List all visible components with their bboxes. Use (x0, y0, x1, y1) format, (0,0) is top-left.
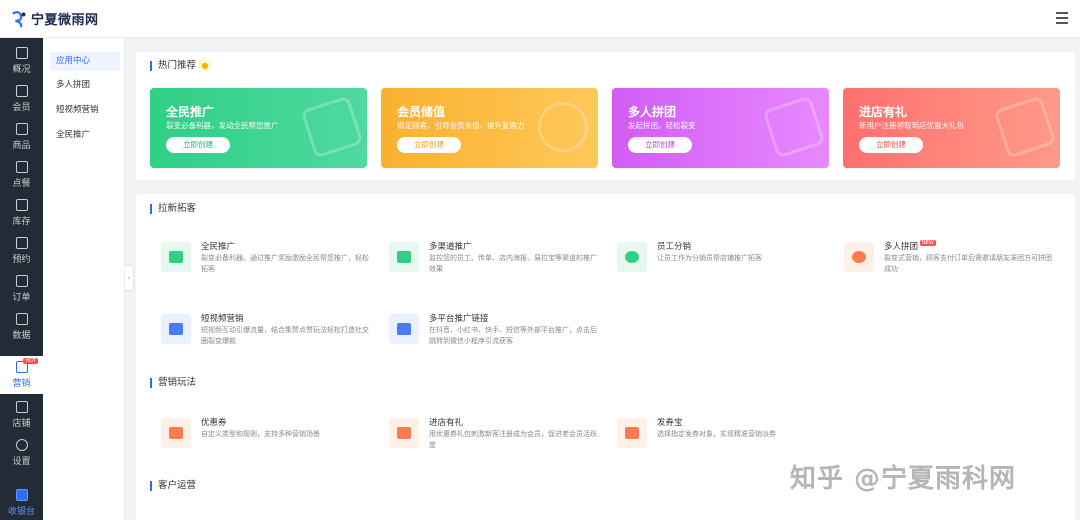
group-tag-icon (762, 95, 826, 159)
link-icon (389, 314, 419, 344)
logo-text: 宁夏微雨网 (31, 13, 99, 28)
feature-coupon[interactable]: 优惠券 自定义类型和规则，支持多种营销场景 (161, 416, 371, 456)
subnav-app-center[interactable]: 应用中心 (50, 52, 120, 71)
feature-multichannel[interactable]: 多渠道推广 监控您的员工、传单、店内海报、易拉宝等渠道的推广效果 (389, 240, 599, 280)
sidebar-item-booking[interactable]: 预约 (0, 232, 43, 270)
promo-card-store-gift[interactable]: 进店有礼 新用户注册领取到店优惠大礼包 立即创建 (843, 88, 1060, 168)
feature-staff-distribution[interactable]: 员工分销 让员工作为分销员帮店铺推广拓客 (617, 240, 827, 280)
feature-coupon-sender[interactable]: 发券宝 选择指定发券对象，实现精准营销派券 (617, 416, 827, 456)
feature-promotion[interactable]: 全民推广 裂变必备利器。通过推广奖励激励全民帮您推广，轻松拓客 (161, 240, 371, 280)
inventory-icon (15, 199, 28, 211)
main-sidebar: 概况 会员 商品 点餐 库存 预约 订单 数据 HOT 营销 店铺 设置 收银台 (0, 38, 43, 520)
channel-icon (389, 242, 419, 272)
sidebar-item-ordering[interactable]: 点餐 (0, 156, 43, 194)
store-icon (15, 401, 28, 413)
calendar-icon (15, 237, 28, 249)
settings-icon (15, 439, 28, 451)
sidebar-item-overview[interactable]: 概况 (0, 42, 43, 80)
promo-card-promotion[interactable]: 全民推广 裂变必备利器，发动全民帮您推广 立即创建 (150, 88, 367, 168)
customer-title: 客户运营 (150, 481, 196, 491)
sub-sidebar: 应用中心 多人拼团 短视频营销 全民推广 (43, 38, 125, 520)
feature-store-gift[interactable]: 进店有礼 用优惠券礼包刺激新客注册成为会员，促进老会员活跃度 (389, 416, 599, 456)
promo-card-group-buy[interactable]: 多人拼团 发起拼团，轻松裂变 立即创建 (612, 88, 829, 168)
chart-icon (15, 313, 28, 325)
order-icon (15, 275, 28, 287)
sidebar-item-settings[interactable]: 设置 (0, 434, 43, 472)
sidebar-item-marketing[interactable]: HOT 营销 (0, 356, 43, 394)
megaphone-icon (300, 95, 364, 159)
create-button[interactable]: 立即创建 (628, 137, 692, 153)
feature-short-video[interactable]: 短视频营销 短视频互动引爆流量，结合集赞点赞玩法轻松打造社交圈裂变爆款 (161, 312, 371, 352)
sidebar-item-store[interactable]: 店铺 (0, 396, 43, 434)
create-button[interactable]: 立即创建 (397, 137, 461, 153)
distribution-icon (617, 242, 647, 272)
video-icon (161, 314, 191, 344)
promo-subtitle: 裂变必备利器，发动全民帮您推广 (166, 121, 279, 130)
coupon-send-icon (617, 418, 647, 448)
sidebar-item-inventory[interactable]: 库存 (0, 194, 43, 232)
chevron-left-icon: ‹ (127, 274, 131, 282)
cashier-icon (15, 489, 28, 501)
promo-title: 全民推广 (166, 105, 215, 119)
promo-title: 会员储值 (397, 105, 446, 119)
menu-icon[interactable] (1056, 12, 1068, 24)
promo-card-stored-value[interactable]: 会员储值 锁定顾客，引导会员充值，提升复购力 立即创建 (381, 88, 598, 168)
promo-subtitle: 锁定顾客，引导会员充值，提升复购力 (397, 121, 525, 130)
subnav-group-buy[interactable]: 多人拼团 (50, 76, 120, 95)
coupon-icon (161, 418, 191, 448)
subnav-short-video[interactable]: 短视频营销 (50, 101, 120, 120)
logo[interactable]: 宁夏微雨网 (10, 9, 99, 28)
sidebar-item-orders[interactable]: 订单 (0, 270, 43, 308)
megaphone-icon (161, 242, 191, 272)
collapse-toggle[interactable]: ‹ (125, 265, 134, 291)
create-button[interactable]: 立即创建 (859, 137, 923, 153)
promo-subtitle: 发起拼团，轻松裂变 (628, 121, 696, 130)
hot-panel: 热门推荐 ● 全民推广 裂变必备利器，发动全民帮您推广 立即创建 会员储值 锁定… (136, 52, 1075, 180)
top-bar: 宁夏微雨网 (0, 0, 1080, 38)
acquire-title: 拉新拓客 (150, 204, 196, 214)
create-button[interactable]: 立即创建 (166, 137, 230, 153)
sidebar-item-data[interactable]: 数据 (0, 308, 43, 346)
feature-multiplatform-link[interactable]: 多平台推广链接 在抖音、小红书、快手、短信等外部平台推广，点击后跳转到微信小程序… (389, 312, 599, 352)
bulb-icon: ● (198, 58, 212, 72)
crown-icon (15, 85, 28, 97)
promo-subtitle: 新用户注册领取到店优惠大礼包 (859, 121, 964, 130)
hot-badge: HOT (23, 358, 38, 364)
subnav-promotion[interactable]: 全民推广 (50, 126, 120, 145)
gift-store-icon (389, 418, 419, 448)
marketing-title: 营销玩法 (150, 378, 196, 388)
feature-group-buy[interactable]: 多人拼团 NEW 裂变式营销，顾客支付订单后需邀请朋友凑团方可拼团成功 (844, 240, 1054, 280)
shop-icon (15, 123, 28, 135)
promo-title: 多人拼团 (628, 105, 677, 119)
gift-icon (993, 95, 1057, 159)
grid-icon (15, 47, 28, 59)
sidebar-item-member[interactable]: 会员 (0, 80, 43, 118)
sidebar-item-goods[interactable]: 商品 (0, 118, 43, 156)
watermark: 知乎 @宁夏雨科网 (790, 464, 1017, 494)
hot-title: 热门推荐 (150, 61, 196, 71)
new-badge: NEW (920, 240, 936, 246)
promo-title: 进店有礼 (859, 105, 908, 119)
food-icon (15, 161, 28, 173)
yen-coin-icon (531, 95, 595, 159)
sidebar-item-cashier[interactable]: 收银台 (0, 484, 43, 520)
logo-icon (12, 10, 26, 28)
group-buy-icon (844, 242, 874, 272)
